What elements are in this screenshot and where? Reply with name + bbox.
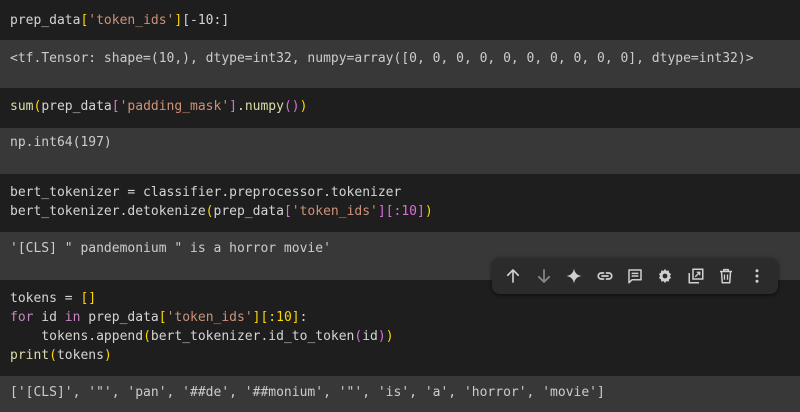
settings-button[interactable] — [652, 263, 678, 289]
comment-button[interactable] — [622, 263, 648, 289]
move-down-button[interactable] — [531, 263, 557, 289]
arrow-down-icon — [537, 269, 550, 283]
output-cell-4: ['[CLS]', '"', 'pan', '##de', '##monium'… — [0, 376, 800, 412]
mirror-cell-button[interactable] — [683, 263, 709, 289]
code-line: bert_tokenizer = classifier.preprocessor… — [10, 185, 402, 200]
link-icon — [597, 272, 613, 280]
code-line: for id in prep_data['token_ids'][:10]: — [10, 310, 308, 325]
code-line: sum(prep_data['padding_mask'].numpy()) — [10, 99, 308, 114]
arrow-up-icon — [507, 269, 520, 283]
copy-link-button[interactable] — [592, 263, 618, 289]
sparkle-icon — [566, 268, 582, 284]
cell-toolbar — [492, 258, 778, 294]
output-text: '[CLS] " pandemonium " is a horror movie… — [10, 241, 331, 256]
code-line: tokens.append(bert_tokenizer.id_to_token… — [10, 329, 394, 344]
gemini-button[interactable] — [561, 263, 587, 289]
delete-cell-button[interactable] — [713, 263, 739, 289]
code-cell-2[interactable]: sum(prep_data['padding_mask'].numpy()) — [0, 88, 800, 128]
comment-icon — [628, 269, 642, 284]
code-line: bert_tokenizer.detokenize(prep_data['tok… — [10, 204, 433, 219]
more-actions-button[interactable] — [744, 263, 770, 289]
output-text: <tf.Tensor: shape=(10,), dtype=int32, nu… — [10, 51, 754, 66]
more-vert-icon — [755, 269, 759, 283]
code-cell-4[interactable]: tokens = [] for id in prep_data['token_i… — [0, 280, 800, 376]
code-line: tokens = [] — [10, 291, 97, 306]
gear-icon — [659, 268, 672, 284]
output-text: ['[CLS]', '"', 'pan', '##de', '##monium'… — [10, 385, 605, 400]
code-cell-3[interactable]: bert_tokenizer = classifier.preprocessor… — [0, 174, 800, 232]
output-cell-1: <tf.Tensor: shape=(10,), dtype=int32, nu… — [0, 40, 800, 88]
code-line: prep_data['token_ids'][-10:] — [10, 13, 230, 28]
move-up-button[interactable] — [500, 263, 526, 289]
trash-icon — [720, 268, 733, 284]
mirror-cell-icon — [688, 268, 704, 284]
code-line: print(tokens) — [10, 348, 112, 363]
output-text: np.int64(197) — [10, 135, 112, 150]
code-cell-1[interactable]: prep_data['token_ids'][-10:] — [0, 0, 800, 40]
output-cell-2: np.int64(197) — [0, 128, 800, 174]
